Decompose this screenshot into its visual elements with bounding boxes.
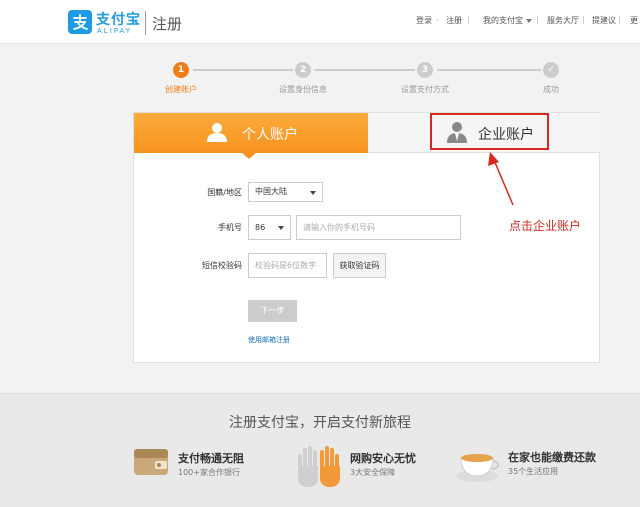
page-title: 注册 [152,15,183,33]
enterprise-tab-highlight [430,113,549,150]
annotation-arrow-icon [488,152,514,206]
feature-title: 在家也能缴费还款 [508,451,596,464]
top-header: 支付宝 ALIPAY 注册 登录 - 注册 | 我的支付宝 | 服务大厅 | 提… [0,0,640,44]
nav-separator: | [467,15,470,24]
step-connector [437,69,541,71]
my-alipay-label: 我的支付宝 [483,16,523,25]
step-2-label: 设置身份信息 [279,85,327,94]
teacup-icon [456,454,500,482]
logo-text: 支付宝 [96,12,141,28]
nav-separator: | [582,15,585,24]
email-register-link[interactable]: 使用邮箱注册 [248,335,290,345]
step-1-label: 创建账户 [165,85,197,94]
alipay-logo-icon[interactable] [68,10,92,34]
feedback-link[interactable]: 提建议 [592,15,616,26]
hands-icon [298,446,340,487]
next-button[interactable]: 下一步 [248,300,297,322]
chevron-down-icon [278,226,284,230]
step-connector [193,69,293,71]
wallet-icon [134,449,168,475]
promo-footer: 注册支付宝，开启支付新旅程 支付畅通无阻 100+家合作银行 网购安心无忧 3大… [0,393,640,507]
register-link[interactable]: 注册 [446,15,462,26]
step-success-dot: ✓ [543,62,559,78]
feature-subtitle: 35个生活应用 [508,467,559,476]
region-select[interactable]: 中国大陆 [248,182,323,202]
more-link[interactable]: 更 [630,15,638,26]
annotation-text: 点击企业账户 [509,219,582,233]
login-link[interactable]: 登录 [416,15,432,26]
nav-separator: | [618,15,621,24]
feature-title: 网购安心无忧 [350,452,416,465]
footer-title: 注册支付宝，开启支付新旅程 [229,415,411,431]
feature-subtitle: 100+家合作银行 [178,468,240,477]
nav-separator: | [536,15,539,24]
region-value: 中国大陆 [255,187,287,196]
chevron-down-icon [526,18,532,23]
feature-title: 支付畅通无阻 [178,452,244,465]
step-3-label: 设置支付方式 [401,85,449,94]
person-icon [206,122,228,146]
sms-code-label: 短信校验码 [202,261,242,270]
phone-code-value: 86 [255,223,266,232]
sms-code-input[interactable]: 校验码是6位数字 [248,253,327,278]
step-connector [315,69,415,71]
logo-subtext: ALIPAY [97,27,133,35]
phone-code-select[interactable]: 86 [248,215,291,240]
chevron-down-icon [310,191,316,195]
tab-personal-label: 个人账户 [242,127,298,143]
get-code-button[interactable]: 获取验证码 [333,253,386,278]
tab-personal-account[interactable]: 个人账户 [134,113,368,153]
my-alipay-menu[interactable]: 我的支付宝 [483,15,532,26]
region-label: 国籍/地区 [207,188,242,197]
nav-separator: - [436,15,439,24]
active-tab-pointer [242,153,256,159]
feature-subtitle: 3大安全保障 [350,468,396,477]
step-1-dot: 1 [173,62,189,78]
step-2-dot: 2 [295,62,311,78]
phone-label: 手机号 [218,223,242,232]
progress-steps: 1 2 3 ✓ 创建账户 设置身份信息 设置支付方式 成功 [0,60,640,100]
logo-divider [145,11,146,35]
step-3-dot: 3 [417,62,433,78]
service-hall-link[interactable]: 服务大厅 [547,15,579,26]
phone-input[interactable]: 请输入你的手机号码 [296,215,461,240]
step-success-label: 成功 [543,85,559,94]
